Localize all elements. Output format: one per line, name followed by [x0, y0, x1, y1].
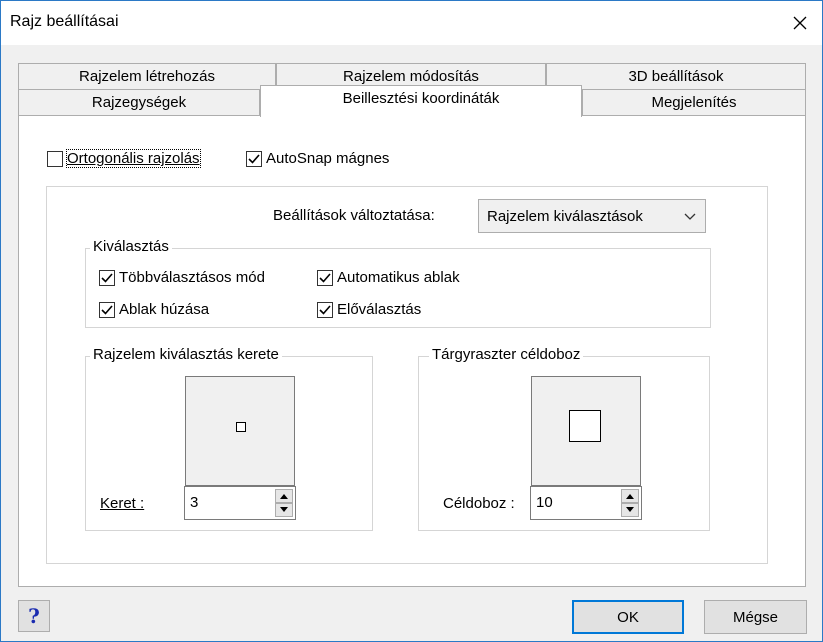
settings-change-value: Rajzelem kiválasztások	[487, 207, 643, 225]
settings-change-dropdown[interactable]: Rajzelem kiválasztások	[478, 199, 706, 233]
ortho-label: Ortogonális rajzolás	[66, 149, 201, 168]
aperture-field-label: Céldoboz :	[443, 495, 515, 512]
pickbox-square-icon	[236, 422, 246, 432]
close-button[interactable]	[778, 5, 822, 41]
tab-label: Megjelenítés	[651, 94, 737, 111]
chevron-down-icon	[684, 213, 696, 220]
drag-window-checkbox[interactable]: Ablak húzása	[99, 301, 209, 318]
auto-window-checkbox[interactable]: Automatikus ablak	[317, 269, 460, 286]
settings-change-label: Beállítások változtatása:	[273, 207, 435, 224]
drag-window-label: Ablak húzása	[119, 301, 210, 318]
ok-label: OK	[617, 608, 639, 626]
multi-select-label: Többválasztásos mód	[119, 269, 265, 286]
spin-down-button[interactable]	[621, 503, 639, 517]
spin-down-button[interactable]	[275, 503, 293, 517]
preselect-label: Előválasztás	[337, 301, 422, 318]
pickbox-field-label: Keret :	[100, 495, 145, 512]
tab-display[interactable]: Megjelenítés	[582, 89, 806, 115]
spin-up-button[interactable]	[621, 489, 639, 503]
pickbox-legend: Rajzelem kiválasztás kerete	[90, 346, 282, 363]
tab-label: Rajzelem módosítás	[343, 68, 479, 85]
checkmark-icon	[99, 301, 115, 318]
tab-label: 3D beállítások	[628, 68, 724, 85]
checkmark-icon	[99, 269, 115, 286]
help-button[interactable]: ?	[18, 600, 50, 632]
checkmark-icon	[246, 150, 262, 167]
multi-select-checkbox[interactable]: Többválasztásos mód	[99, 269, 265, 286]
aperture-value: 10	[536, 494, 553, 511]
cancel-button[interactable]: Mégse	[704, 600, 807, 634]
checkmark-icon	[317, 301, 333, 318]
dialog-window: Rajz beállításai Rajzelem létrehozás Raj…	[0, 0, 823, 642]
pickbox-spin-buttons	[275, 489, 293, 517]
ortho-checkbox[interactable]: Ortogonális rajzolás	[47, 149, 201, 168]
checkmark-icon	[317, 269, 333, 286]
pickbox-stepper[interactable]: 3	[184, 486, 296, 520]
autosnap-label: AutoSnap mágnes	[266, 150, 390, 167]
close-icon	[793, 16, 807, 30]
arrow-up-icon	[626, 494, 634, 499]
arrow-down-icon	[280, 507, 288, 512]
aperture-stepper[interactable]: 10	[530, 486, 642, 520]
selection-legend: Kiválasztás	[90, 238, 172, 255]
help-icon: ?	[28, 604, 40, 628]
arrow-up-icon	[280, 494, 288, 499]
tab-insert-coordinates[interactable]: Beillesztési koordináták	[260, 85, 582, 117]
aperture-preview	[531, 376, 641, 486]
pickbox-preview	[185, 376, 295, 486]
tab-label: Rajzegységek	[91, 94, 187, 111]
tab-3d-settings[interactable]: 3D beállítások	[546, 63, 806, 89]
pickbox-value: 3	[190, 494, 199, 511]
ok-button[interactable]: OK	[572, 600, 684, 634]
tab-label: Beillesztési koordináták	[342, 90, 500, 107]
spin-up-button[interactable]	[275, 489, 293, 503]
aperture-spin-buttons	[621, 489, 639, 517]
tab-label: Rajzelem létrehozás	[79, 68, 215, 85]
preselect-checkbox[interactable]: Előválasztás	[317, 301, 421, 318]
autosnap-checkbox[interactable]: AutoSnap mágnes	[246, 150, 389, 167]
cancel-label: Mégse	[732, 608, 779, 626]
window-title: Rajz beállításai	[10, 13, 119, 30]
title-bar: Rajz beállításai	[1, 1, 822, 45]
arrow-down-icon	[626, 507, 634, 512]
tab-drawing-units[interactable]: Rajzegységek	[18, 89, 260, 115]
tab-drawing-create[interactable]: Rajzelem létrehozás	[18, 63, 276, 89]
auto-window-label: Automatikus ablak	[337, 269, 460, 286]
aperture-square-icon	[569, 410, 601, 442]
checkbox-unchecked-icon	[47, 150, 63, 167]
aperture-legend: Tárgyraszter céldoboz	[429, 346, 584, 363]
